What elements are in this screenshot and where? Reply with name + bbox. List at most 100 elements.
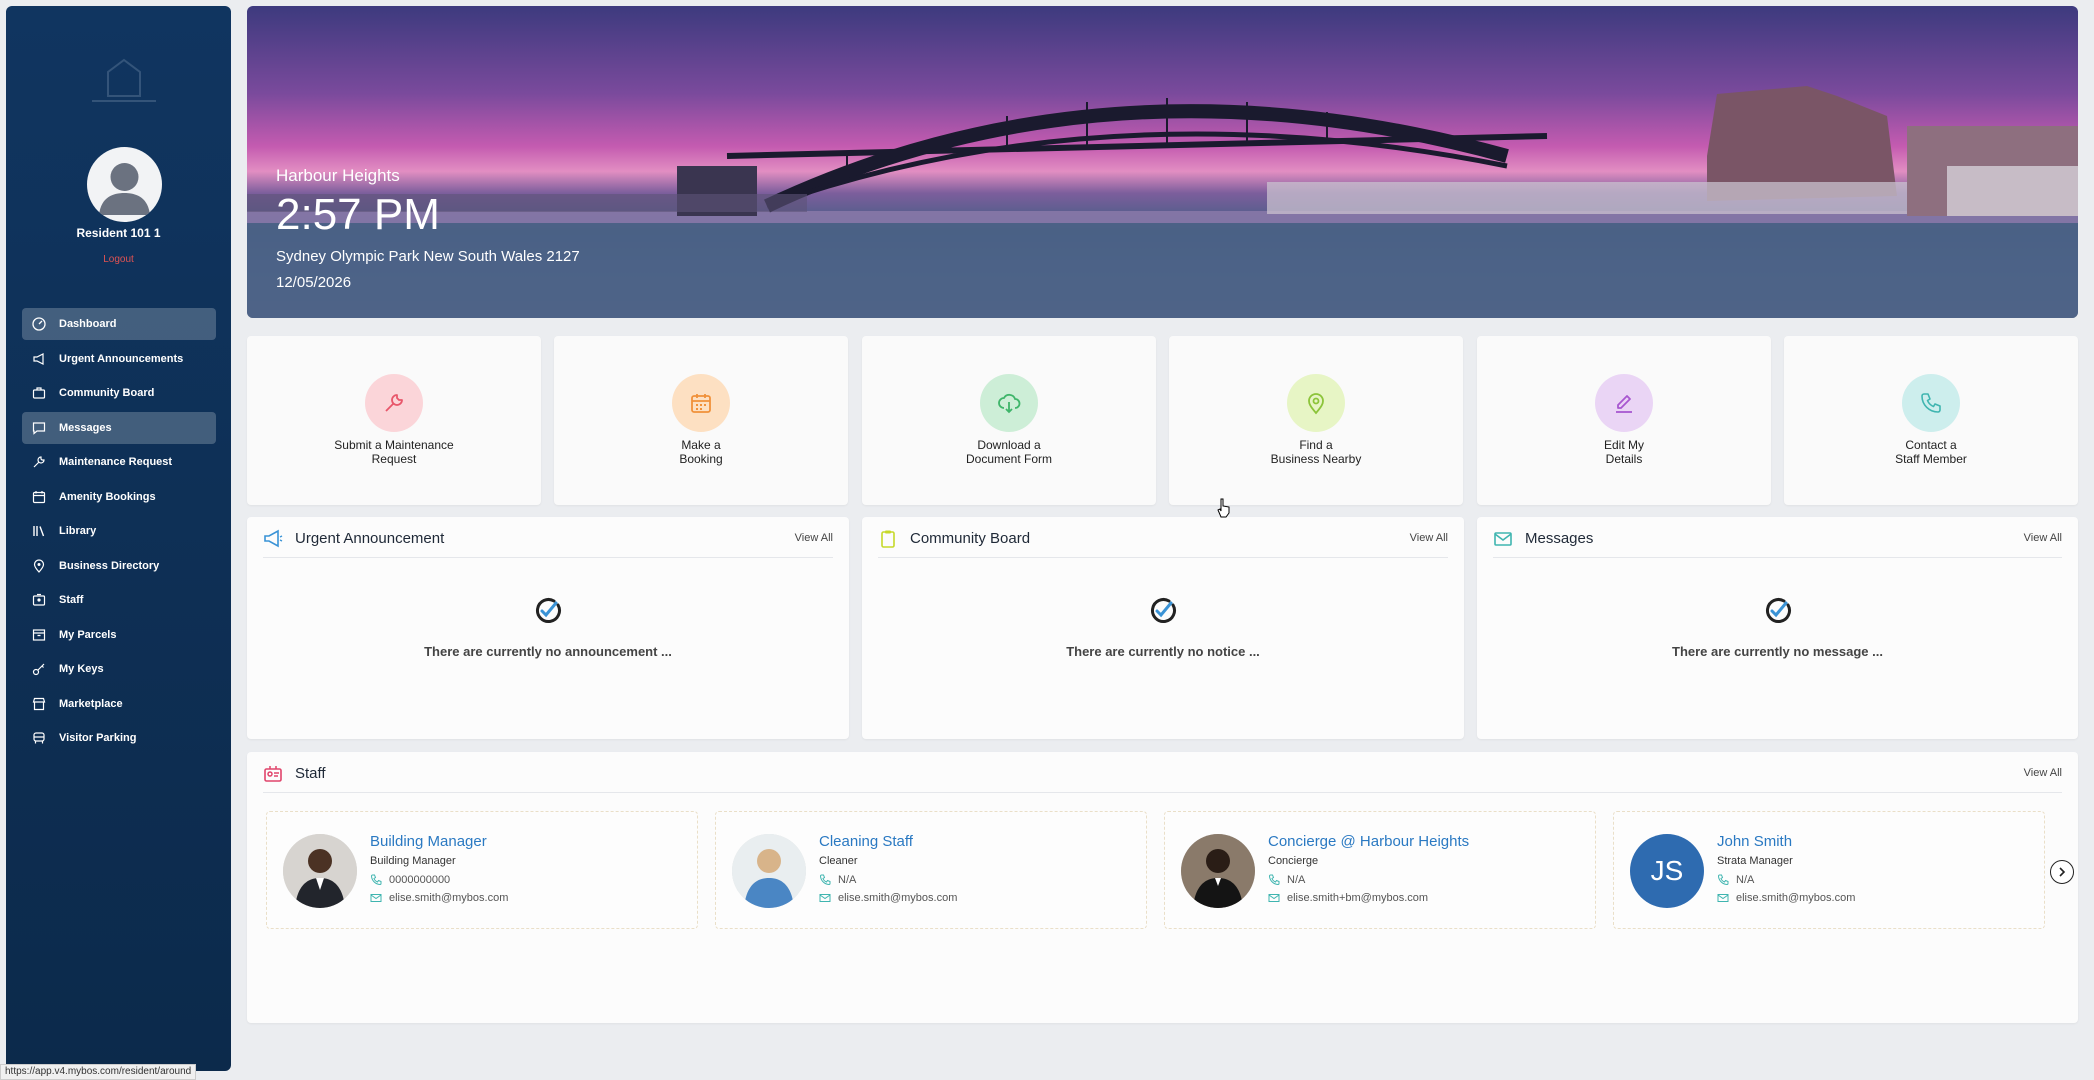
urgent-announcement-panel: Urgent Announcement View All There are c… <box>247 517 849 739</box>
sidebar-item-label: Business Directory <box>59 559 160 572</box>
car-icon <box>32 731 46 745</box>
panel-title: Community Board <box>910 530 1031 547</box>
loading-check-icon <box>1151 598 1176 623</box>
phone-icon <box>370 874 382 886</box>
view-all-messages-link[interactable]: View All <box>2024 532 2062 544</box>
edit-icon <box>1595 374 1653 432</box>
envelope-icon <box>1268 894 1280 902</box>
location-pin-icon <box>1287 374 1345 432</box>
envelope-icon <box>1717 894 1729 902</box>
avatar[interactable] <box>87 147 162 222</box>
view-all-announcements-link[interactable]: View All <box>795 532 833 544</box>
quick-action-maintenance-request[interactable]: Submit a Maintenance Request <box>247 336 541 505</box>
sidebar-item-label: Library <box>59 525 97 537</box>
logout-link[interactable]: Logout <box>6 254 231 265</box>
quick-action-label: Submit a Maintenance Request <box>334 438 454 466</box>
sidebar-item-label: Marketplace <box>59 697 123 710</box>
sidebar-item-label: Amenity Bookings <box>59 490 156 503</box>
staff-name[interactable]: John Smith <box>1717 833 1792 850</box>
staff-carousel-next-button[interactable] <box>2050 860 2074 884</box>
panel-title: Messages <box>1525 530 1594 547</box>
sidebar-item-business-directory[interactable]: Business Directory <box>22 550 216 582</box>
sidebar-item-maintenance-request[interactable]: Maintenance Request <box>22 446 216 478</box>
sidebar-item-label: Visitor Parking <box>59 732 137 744</box>
divider <box>1493 557 2062 558</box>
quick-action-label: Make a Booking <box>679 438 723 466</box>
chat-icon <box>32 421 46 435</box>
staff-role: Cleaner <box>819 855 858 867</box>
envelope-icon <box>819 894 831 902</box>
staff-name[interactable]: Building Manager <box>370 833 487 850</box>
staff-card[interactable]: JS John Smith Strata Manager N/A elise.s… <box>1613 811 2045 929</box>
sidebar: Resident 101 1 Logout Dashboard Urgent A… <box>6 6 231 1071</box>
parcel-icon <box>32 628 46 642</box>
sidebar-item-community-board[interactable]: Community Board <box>22 377 216 409</box>
staff-photo <box>283 834 357 908</box>
panel-title: Urgent Announcement <box>295 530 445 547</box>
sidebar-item-urgent-announcements[interactable]: Urgent Announcements <box>22 343 216 375</box>
store-icon <box>32 697 46 711</box>
staff-phone: 0000000000 <box>370 874 450 886</box>
key-icon <box>32 662 46 676</box>
staff-phone: N/A <box>1717 874 1754 886</box>
staff-name[interactable]: Cleaning Staff <box>819 833 913 850</box>
quick-action-download-document[interactable]: Download a Document Form <box>862 336 1156 505</box>
browser-status-url: https://app.v4.mybos.com/resident/around <box>0 1064 197 1080</box>
user-silhouette-icon <box>99 163 150 215</box>
hand-cursor-icon <box>1217 498 1230 518</box>
calendar-icon <box>32 490 46 504</box>
building-logo-icon <box>92 58 156 102</box>
calendar-icon <box>672 374 730 432</box>
staff-name[interactable]: Concierge @ Harbour Heights <box>1268 833 1469 850</box>
quick-action-label: Edit My Details <box>1603 438 1644 466</box>
sidebar-item-label: My Parcels <box>59 628 117 641</box>
sidebar-item-my-parcels[interactable]: My Parcels <box>22 619 216 651</box>
view-all-staff-link[interactable]: View All <box>2024 767 2062 779</box>
staff-role: Strata Manager <box>1717 855 1793 867</box>
dashboard-icon <box>32 317 46 331</box>
quick-action-make-booking[interactable]: Make a Booking <box>554 336 848 505</box>
sidebar-item-label: Community Board <box>59 387 155 399</box>
staff-phone: N/A <box>819 874 856 886</box>
staff-photo <box>732 834 806 908</box>
id-badge-icon <box>32 593 46 607</box>
sidebar-item-visitor-parking[interactable]: Visitor Parking <box>22 722 216 754</box>
sidebar-item-marketplace[interactable]: Marketplace <box>22 688 216 720</box>
hero-banner: Harbour Heights 2:57 PM Sydney Olympic P… <box>247 6 2078 318</box>
sidebar-item-my-keys[interactable]: My Keys <box>22 653 216 685</box>
sidebar-item-label: Dashboard <box>59 318 117 330</box>
sidebar-item-label: Staff <box>59 594 84 606</box>
staff-card[interactable]: Cleaning Staff Cleaner N/A elise.smith@m… <box>715 811 1147 929</box>
sidebar-item-label: Maintenance Request <box>59 456 173 468</box>
staff-initials-avatar: JS <box>1630 834 1704 908</box>
megaphone-icon <box>264 529 283 548</box>
view-all-community-link[interactable]: View All <box>1410 532 1448 544</box>
empty-state-text: There are currently no message ... <box>1672 644 1883 659</box>
quick-action-contact-staff[interactable]: Contact a Staff Member <box>1784 336 2078 505</box>
quick-action-label: Contact a Staff Member <box>1895 438 1967 466</box>
envelope-icon <box>1494 532 1512 546</box>
chevron-right-icon <box>2059 867 2066 877</box>
current-time: 2:57 PM <box>276 190 440 239</box>
staff-role: Concierge <box>1268 855 1319 867</box>
loading-check-icon <box>536 598 561 623</box>
sidebar-item-library[interactable]: Library <box>22 515 216 547</box>
sidebar-item-messages[interactable]: Messages <box>22 411 216 444</box>
staff-card[interactable]: Concierge @ Harbour Heights Concierge N/… <box>1164 811 1596 929</box>
staff-card[interactable]: Building Manager Building Manager 000000… <box>266 811 698 929</box>
quick-action-edit-details[interactable]: Edit My Details <box>1477 336 1771 505</box>
empty-state-text: There are currently no announcement ... <box>424 644 672 659</box>
sidebar-item-dashboard[interactable]: Dashboard <box>22 308 216 340</box>
sidebar-item-label: Messages <box>59 421 112 434</box>
quick-action-label: Download a Document Form <box>965 438 1053 466</box>
sidebar-item-staff[interactable]: Staff <box>22 584 216 616</box>
staff-email: elise.smith@mybos.com <box>370 892 508 904</box>
phone-icon <box>819 874 831 886</box>
clipboard-icon <box>881 530 895 548</box>
empty-state-text: There are currently no notice ... <box>1066 644 1260 659</box>
divider <box>263 792 2062 793</box>
envelope-icon <box>370 894 382 902</box>
harbour-bridge-image <box>247 86 2078 318</box>
sidebar-item-amenity-bookings[interactable]: Amenity Bookings <box>22 481 216 513</box>
quick-action-find-business[interactable]: Find a Business Nearby <box>1169 336 1463 505</box>
